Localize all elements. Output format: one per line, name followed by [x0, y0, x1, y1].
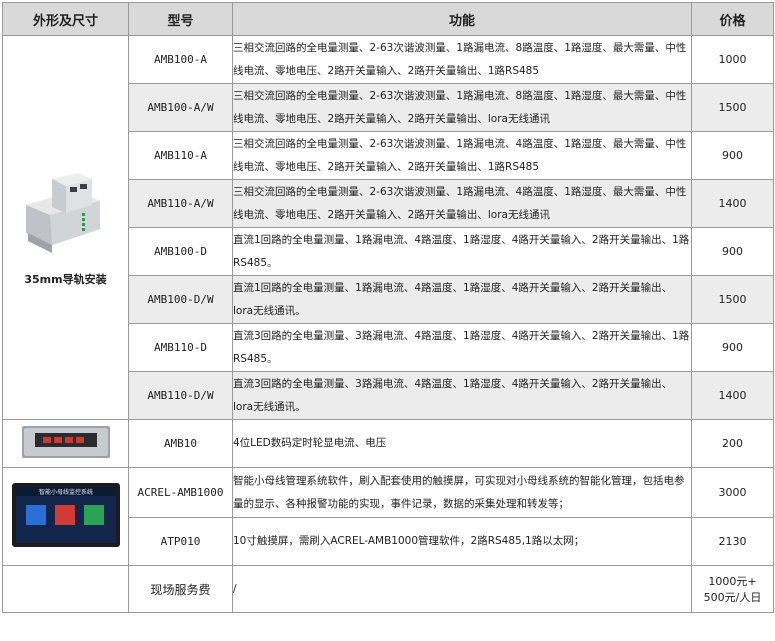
touchscreen-title: 智能小母线监控系统	[38, 488, 92, 496]
table-row: 现场服务费 / 1000元+ 500元/人日	[2, 565, 774, 613]
table-row: 智能小母线监控系统 ACREL-AMB1000 智能小母线管理系统软件，刷入配套…	[2, 467, 774, 566]
led-display-cell	[2, 419, 129, 468]
price-cell: 200	[691, 419, 774, 468]
din-rail-meter-image	[25, 172, 100, 253]
touchscreen-cell: 智能小母线监控系统	[2, 467, 129, 566]
price-cell: 1400	[691, 371, 774, 420]
model-cell: AMB100-A	[128, 35, 233, 84]
service-fee-label: 现场服务费	[128, 565, 233, 613]
model-cell: AMB10	[128, 419, 233, 468]
function-cell: 智能小母线管理系统软件，刷入配套使用的触摸屏，可实现对小母线系统的智能化管理，包…	[232, 467, 692, 518]
service-shape-cell	[2, 565, 129, 613]
header-shape: 外形及尺寸	[2, 2, 129, 36]
function-cell: 三相交流回路的全电量测量、2-63次谐波测量、1路漏电流、4路温度、1路湿度、最…	[232, 179, 692, 228]
price-cell: 900	[691, 323, 774, 372]
function-cell: 4位LED数码定时轮显电流、电压	[232, 419, 692, 468]
table-row: AMB10 4位LED数码定时轮显电流、电压 200	[2, 419, 774, 468]
function-cell: 三相交流回路的全电量测量、2-63次谐波测量、1路漏电流、4路温度、1路湿度、最…	[232, 131, 692, 180]
led-display-image	[21, 425, 110, 458]
service-fee-price-line1: 1000元+	[708, 575, 757, 588]
function-cell: 直流3回路的全电量测量、3路漏电流、4路温度、1路湿度、4路开关量输入、2路开关…	[232, 371, 692, 420]
function-cell: 三相交流回路的全电量测量、2-63次谐波测量、1路漏电流、8路温度、1路湿度、最…	[232, 83, 692, 132]
service-fee-price: 1000元+ 500元/人日	[691, 565, 774, 613]
header-model: 型号	[128, 2, 233, 36]
price-table: 外形及尺寸 型号 功能 价格 35mm导轨安装 AMB100-A 三相交流回路的…	[2, 2, 774, 613]
price-cell: 3000	[691, 467, 774, 518]
model-cell: AMB100-D	[128, 227, 233, 276]
model-cell: ATP010	[128, 517, 233, 566]
header-function: 功能	[232, 2, 692, 36]
model-cell: AMB110-D	[128, 323, 233, 372]
price-cell: 1000	[691, 35, 774, 84]
din-rail-label: 35mm导轨安装	[24, 272, 107, 286]
price-cell: 1500	[691, 83, 774, 132]
din-rail-cell: 35mm导轨安装	[2, 35, 129, 420]
price-cell: 900	[691, 131, 774, 180]
service-fee-function: /	[232, 565, 692, 613]
touchscreen-image: 智能小母线监控系统	[11, 482, 120, 547]
header-price: 价格	[691, 2, 774, 36]
model-cell: AMB100-D/W	[128, 275, 233, 324]
function-cell: 直流3回路的全电量测量、3路漏电流、4路温度、1路湿度、4路开关量输入、2路开关…	[232, 323, 692, 372]
model-cell: AMB110-A	[128, 131, 233, 180]
table-row: 35mm导轨安装 AMB100-A 三相交流回路的全电量测量、2-63次谐波测量…	[2, 35, 774, 420]
price-cell: 2130	[691, 517, 774, 566]
header-row: 外形及尺寸 型号 功能 价格	[2, 2, 774, 36]
function-cell: 直流1回路的全电量测量、1路漏电流、4路温度、1路湿度、4路开关量输入、2路开关…	[232, 275, 692, 324]
function-cell: 直流1回路的全电量测量、1路漏电流、4路温度、1路湿度、4路开关量输入、2路开关…	[232, 227, 692, 276]
model-cell: AMB110-D/W	[128, 371, 233, 420]
price-cell: 900	[691, 227, 774, 276]
price-cell: 1500	[691, 275, 774, 324]
model-cell: ACREL-AMB1000	[128, 467, 233, 518]
service-fee-price-line2: 500元/人日	[703, 591, 762, 604]
function-cell: 10寸触摸屏，需刷入ACREL-AMB1000管理软件，2路RS485,1路以太…	[232, 517, 692, 566]
function-cell: 三相交流回路的全电量测量、2-63次谐波测量、1路漏电流、8路温度、1路湿度、最…	[232, 35, 692, 84]
model-cell: AMB100-A/W	[128, 83, 233, 132]
price-cell: 1400	[691, 179, 774, 228]
model-cell: AMB110-A/W	[128, 179, 233, 228]
